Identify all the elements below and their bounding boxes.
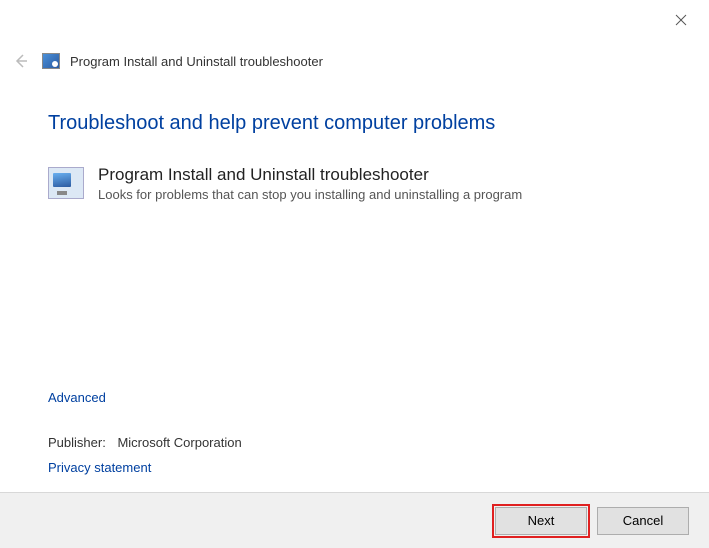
page-heading: Troubleshoot and help prevent computer p… bbox=[48, 112, 669, 135]
close-button[interactable] bbox=[671, 10, 691, 30]
privacy-link[interactable]: Privacy statement bbox=[48, 460, 151, 475]
publisher-label: Publisher: bbox=[48, 435, 106, 450]
back-button bbox=[10, 50, 32, 72]
advanced-link[interactable]: Advanced bbox=[48, 390, 106, 405]
cancel-button[interactable]: Cancel bbox=[597, 507, 689, 535]
publisher-name: Microsoft Corporation bbox=[117, 435, 241, 450]
footer-bar: Next Cancel bbox=[0, 492, 709, 548]
item-title: Program Install and Uninstall troublesho… bbox=[98, 165, 522, 185]
app-icon bbox=[42, 53, 60, 69]
monitor-icon bbox=[48, 167, 84, 199]
back-arrow-icon bbox=[12, 52, 30, 70]
title-bar: Program Install and Uninstall troublesho… bbox=[10, 50, 323, 72]
item-description: Looks for problems that can stop you ins… bbox=[98, 187, 522, 202]
publisher-row: Publisher: Microsoft Corporation bbox=[48, 435, 242, 450]
window-title: Program Install and Uninstall troublesho… bbox=[70, 54, 323, 69]
item-text: Program Install and Uninstall troublesho… bbox=[98, 165, 522, 202]
troubleshooter-item: Program Install and Uninstall troublesho… bbox=[48, 165, 669, 202]
next-button[interactable]: Next bbox=[495, 507, 587, 535]
privacy-row: Privacy statement bbox=[48, 460, 151, 475]
content-area: Troubleshoot and help prevent computer p… bbox=[48, 112, 669, 202]
advanced-link-row: Advanced bbox=[48, 390, 106, 405]
close-icon bbox=[675, 14, 687, 26]
